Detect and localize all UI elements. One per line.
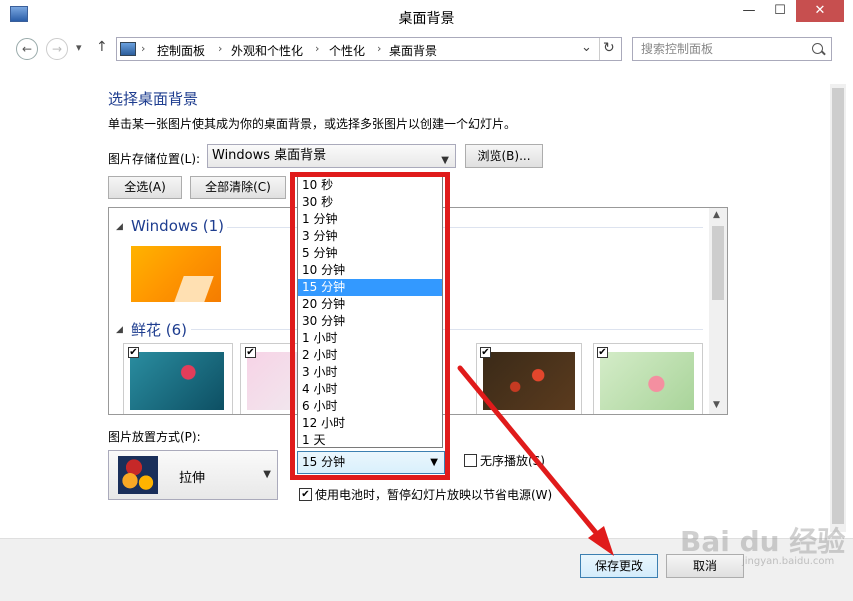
annotation-arrow	[457, 365, 614, 556]
watermark-url: jingyan.baidu.com	[742, 556, 835, 567]
watermark-logo: Bai du 经验	[680, 525, 846, 558]
